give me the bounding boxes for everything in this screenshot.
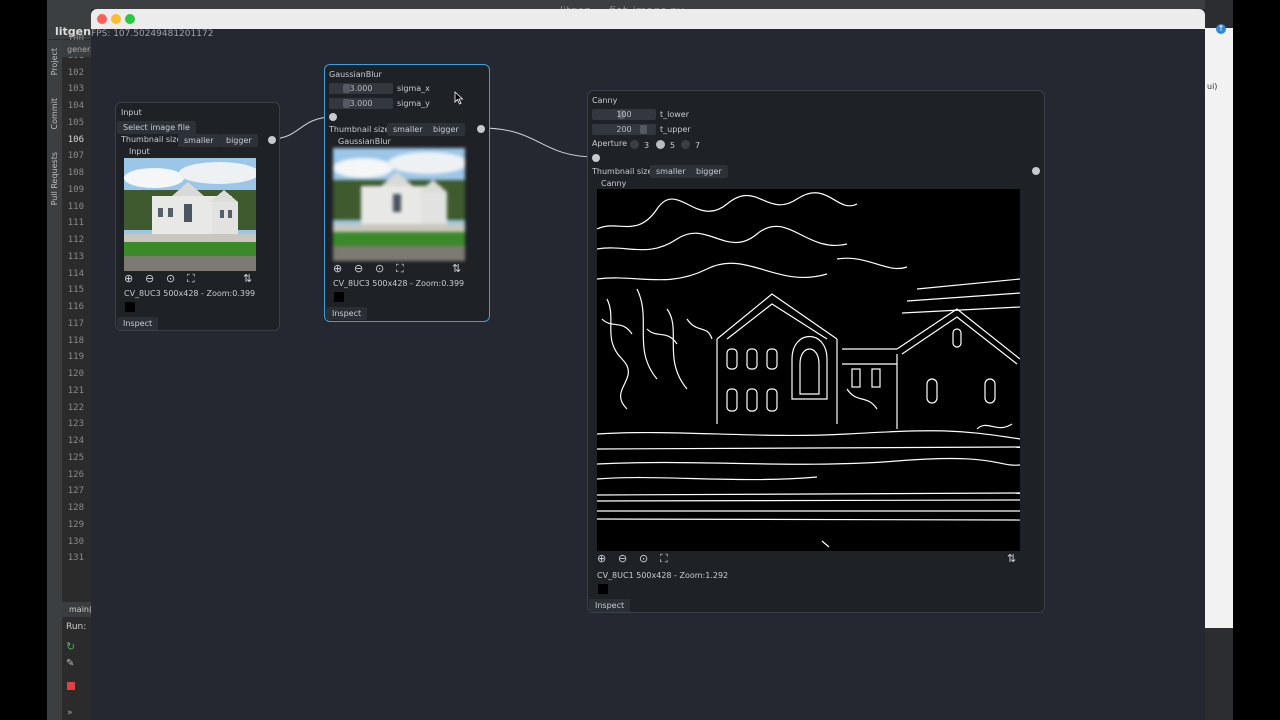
node-title: GaussianBlur xyxy=(329,70,382,79)
pixel-swatch xyxy=(598,584,608,594)
adjust-icon[interactable]: ⇅ xyxy=(452,262,461,275)
image-label: GaussianBlur xyxy=(338,137,391,146)
fit-icon[interactable]: ⛶ xyxy=(660,552,668,566)
t-lower-slider[interactable]: 100 xyxy=(592,109,656,120)
bigger-button[interactable]: bigger xyxy=(220,134,258,147)
t-lower-label: t_lower xyxy=(660,110,690,119)
aperture-radio-7[interactable] xyxy=(681,140,690,149)
image-label: Canny xyxy=(601,179,627,188)
aperture-option-5: 5 xyxy=(670,141,676,150)
aperture-radio-5[interactable] xyxy=(656,140,665,149)
smaller-button[interactable]: smaller xyxy=(387,123,429,136)
zoom-in-icon[interactable]: ⊕ xyxy=(333,262,342,275)
image-info: CV_8UC3 500x428 - Zoom:0.399 xyxy=(124,289,256,298)
gaussian-blur-node[interactable]: GaussianBlur 3.000 sigma_x 3.000 sigma_y… xyxy=(324,64,490,322)
inspect-button[interactable]: Inspect xyxy=(589,599,631,612)
image-info: CV_8UC1 500x428 - Zoom:1.292 xyxy=(597,571,729,580)
thumbnail-size-label: Thumbnail size xyxy=(592,167,653,176)
sigma-x-label: sigma_x xyxy=(397,84,430,93)
pixel-swatch xyxy=(125,302,135,312)
thumbnail-size-label: Thumbnail size xyxy=(329,125,390,134)
fit-icon[interactable]: ⛶ xyxy=(187,272,195,286)
t-upper-slider[interactable]: 200 xyxy=(592,124,656,135)
adjust-icon[interactable]: ⇅ xyxy=(243,272,252,285)
mouse-cursor-icon xyxy=(454,91,464,105)
thumbnail-size-label: Thumbnail size xyxy=(121,135,182,144)
input-node[interactable]: Input Select image file Thumbnail size s… xyxy=(115,102,280,331)
pixel-swatch xyxy=(334,292,344,302)
sigma-y-label: sigma_y xyxy=(397,99,430,108)
t-upper-value: 200 xyxy=(616,125,632,134)
aperture-label: Aperture xyxy=(592,139,628,148)
image-label: Input xyxy=(129,147,150,156)
fit-icon[interactable]: ⛶ xyxy=(396,262,404,276)
sigma-x-value: 3.000 xyxy=(349,84,373,93)
output-pin[interactable] xyxy=(268,136,276,144)
image-info: CV_8UC3 500x428 - Zoom:0.399 xyxy=(333,279,465,288)
input-image[interactable] xyxy=(124,158,256,271)
input-pin[interactable] xyxy=(592,154,600,162)
adjust-icon[interactable]: ⇅ xyxy=(1007,552,1016,565)
inspect-button[interactable]: Inspect xyxy=(117,317,159,330)
aperture-option-3: 3 xyxy=(644,141,650,150)
t-lower-value: 100 xyxy=(616,110,632,119)
node-title: Input xyxy=(121,108,142,117)
aperture-radio-3[interactable] xyxy=(630,140,639,149)
inspect-button[interactable]: Inspect xyxy=(326,307,368,320)
link-blur-to-canny xyxy=(480,127,597,158)
canny-edge-image[interactable] xyxy=(597,189,1020,551)
select-image-button[interactable]: Select image file xyxy=(117,121,196,134)
smaller-button[interactable]: smaller xyxy=(178,134,220,147)
t-upper-label: t_upper xyxy=(660,125,691,134)
node-title: Canny xyxy=(592,96,618,105)
zoom-in-icon[interactable]: ⊕ xyxy=(597,552,606,565)
bigger-button[interactable]: bigger xyxy=(427,123,465,136)
sigma-y-value: 3.000 xyxy=(349,99,373,108)
smaller-button[interactable]: smaller xyxy=(650,165,692,178)
zoom-reset-icon[interactable]: ⊙ xyxy=(166,272,175,285)
zoom-out-icon[interactable]: ⊖ xyxy=(145,272,154,285)
sigma-y-slider[interactable]: 3.000 xyxy=(329,98,393,109)
blurred-image[interactable] xyxy=(333,148,465,261)
output-pin[interactable] xyxy=(1032,167,1040,175)
zoom-out-icon[interactable]: ⊖ xyxy=(354,262,363,275)
output-pin[interactable] xyxy=(477,125,485,133)
zoom-reset-icon[interactable]: ⊙ xyxy=(375,262,384,275)
bigger-button[interactable]: bigger xyxy=(690,165,728,178)
zoom-reset-icon[interactable]: ⊙ xyxy=(639,552,648,565)
zoom-out-icon[interactable]: ⊖ xyxy=(618,552,627,565)
canny-node[interactable]: Canny 100 t_lower 200 t_upper Aperture 3… xyxy=(587,90,1045,613)
zoom-in-icon[interactable]: ⊕ xyxy=(124,272,133,285)
aperture-option-7: 7 xyxy=(695,141,701,150)
sigma-x-slider[interactable]: 3.000 xyxy=(329,83,393,94)
input-pin[interactable] xyxy=(329,113,337,121)
